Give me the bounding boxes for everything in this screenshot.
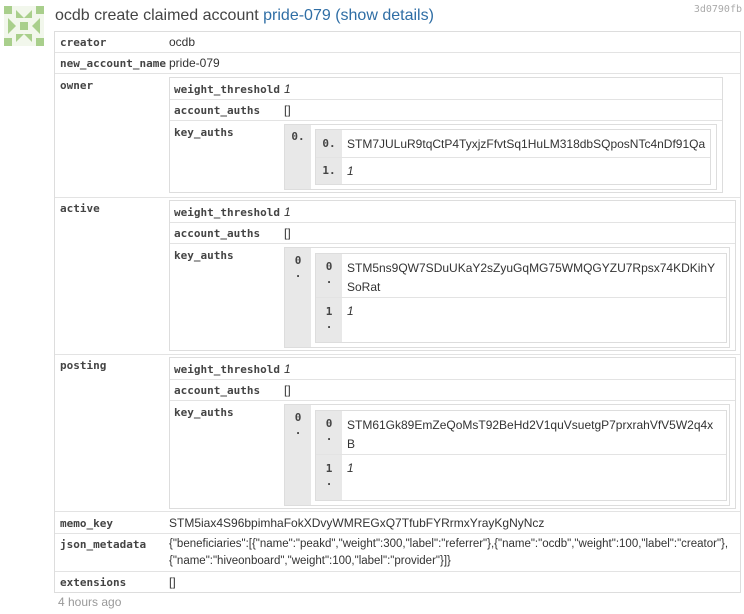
field-value-new-account-name: pride-079 (169, 56, 220, 70)
posting-weight-threshold-key: weight_threshold (174, 363, 280, 376)
transaction-id[interactable]: 3d0790fb (694, 4, 742, 15)
owner-key-auths-key: key_auths (174, 126, 234, 139)
posting-weight-threshold-value: 1 (284, 362, 291, 376)
field-key-extensions: extensions (60, 576, 127, 589)
owner-key-auths-list: 0. 0. STM7JULuR9tqCtP4TyxjzFfvtSq1HuLM31… (284, 124, 717, 190)
owner-account-auths-key: account_auths (174, 104, 261, 117)
target-account-link[interactable]: pride-079 (263, 7, 331, 24)
field-value-extensions: [] (169, 575, 176, 589)
account-name[interactable]: ocdb (55, 7, 90, 24)
active-key-weight: 1 (347, 304, 354, 318)
user-avatar[interactable] (4, 6, 44, 46)
field-key-active: active (60, 202, 100, 215)
owner-inner-index-1: 1. (316, 158, 342, 184)
active-weight-threshold-key: weight_threshold (174, 206, 280, 219)
owner-public-key: STM7JULuR9tqCtP4TyxjzFfvtSq1HuLM318dbSQp… (347, 137, 706, 151)
posting-account-auths-value: [] (284, 383, 291, 397)
field-value-json-metadata: {"beneficiaries":[{"name":"peakd","weigh… (169, 538, 729, 567)
posting-inner-index-0: 0. (316, 411, 342, 454)
active-account-auths-key: account_auths (174, 227, 261, 240)
active-inner-index-0: 0. (316, 254, 342, 297)
posting-key-auths-key: key_auths (174, 406, 234, 419)
operation-table: creator ocdb new_account_name pride-079 … (54, 31, 741, 593)
active-key-auths-list: 0. 0. STM5ns9QW7SDuUKaY2sZyuGqMG75WMQGYZ… (284, 247, 730, 348)
active-inner-index-1: 1. (316, 298, 342, 342)
owner-weight-threshold-value: 1 (284, 82, 291, 96)
owner-key-entry: 0. STM7JULuR9tqCtP4TyxjzFfvtSq1HuLM318db… (315, 129, 711, 185)
posting-outer-index: 0. (285, 405, 311, 505)
field-key-new-account-name: new_account_name (60, 57, 166, 70)
posting-key-entry: 0. STM61Gk89EmZeQoMsT92BeHd2V1quVsuetgP7… (315, 410, 727, 501)
posting-account-auths-key: account_auths (174, 384, 261, 397)
posting-key-auths-list: 0. 0. STM61Gk89EmZeQoMsT92BeHd2V1quVsuet… (284, 404, 730, 506)
posting-key-weight: 1 (347, 461, 354, 475)
show-details-link[interactable]: (show details) (335, 7, 434, 24)
active-authority-table: weight_threshold 1 account_auths [] key_… (169, 200, 736, 351)
posting-public-key: STM61Gk89EmZeQoMsT92BeHd2V1quVsuetgP7prx… (347, 418, 714, 451)
active-account-auths-value: [] (284, 226, 291, 240)
active-public-key: STM5ns9QW7SDuUKaY2sZyuGqMG75WMQGYZU7Rpsx… (347, 261, 716, 294)
timestamp[interactable]: 4 hours ago (58, 595, 121, 609)
active-key-auths-key: key_auths (174, 249, 234, 262)
active-outer-index: 0. (285, 248, 311, 347)
owner-authority-table: weight_threshold 1 account_auths [] key_… (169, 77, 723, 193)
owner-key-weight: 1 (347, 164, 354, 178)
owner-outer-index: 0. (285, 125, 311, 189)
posting-authority-table: weight_threshold 1 account_auths [] key_… (169, 357, 736, 509)
field-key-json-metadata: json_metadata (60, 538, 147, 551)
operation-action: create claimed account (94, 7, 259, 24)
field-value-creator: ocdb (169, 35, 196, 49)
owner-inner-index-0: 0. (316, 130, 342, 157)
active-weight-threshold-value: 1 (284, 205, 291, 219)
field-key-owner: owner (60, 79, 94, 92)
field-value-memo-key: STM5iax4S96bpimhaFokXDvyWMREGxQ7TfubFYRr… (169, 516, 545, 530)
posting-inner-index-1: 1. (316, 455, 342, 500)
owner-weight-threshold-key: weight_threshold (174, 83, 280, 96)
operation-title: ocdb create claimed account pride-079 (s… (55, 7, 434, 25)
field-key-creator: creator (60, 36, 107, 49)
owner-account-auths-value: [] (284, 103, 291, 117)
field-key-memo-key: memo_key (60, 517, 113, 530)
field-key-posting: posting (60, 359, 107, 372)
active-key-entry: 0. STM5ns9QW7SDuUKaY2sZyuGqMG75WMQGYZU7R… (315, 253, 727, 343)
